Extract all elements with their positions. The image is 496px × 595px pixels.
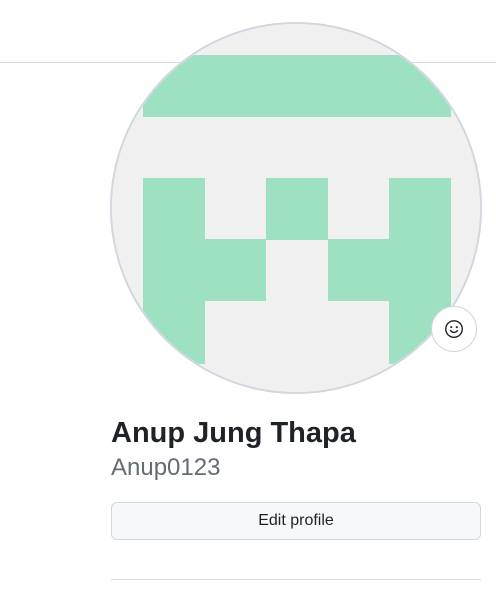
- profile-sidebar: Anup Jung Thapa Anup0123 Edit profile: [0, 0, 496, 595]
- smiley-icon: [445, 320, 463, 338]
- identicon-image: [112, 24, 480, 392]
- set-status-button[interactable]: [431, 306, 477, 352]
- section-divider: [111, 579, 481, 580]
- profile-username: Anup0123: [111, 454, 221, 481]
- profile-full-name: Anup Jung Thapa: [111, 417, 356, 449]
- avatar[interactable]: [110, 22, 482, 394]
- edit-profile-button[interactable]: Edit profile: [111, 502, 481, 540]
- avatar-container: [110, 22, 482, 394]
